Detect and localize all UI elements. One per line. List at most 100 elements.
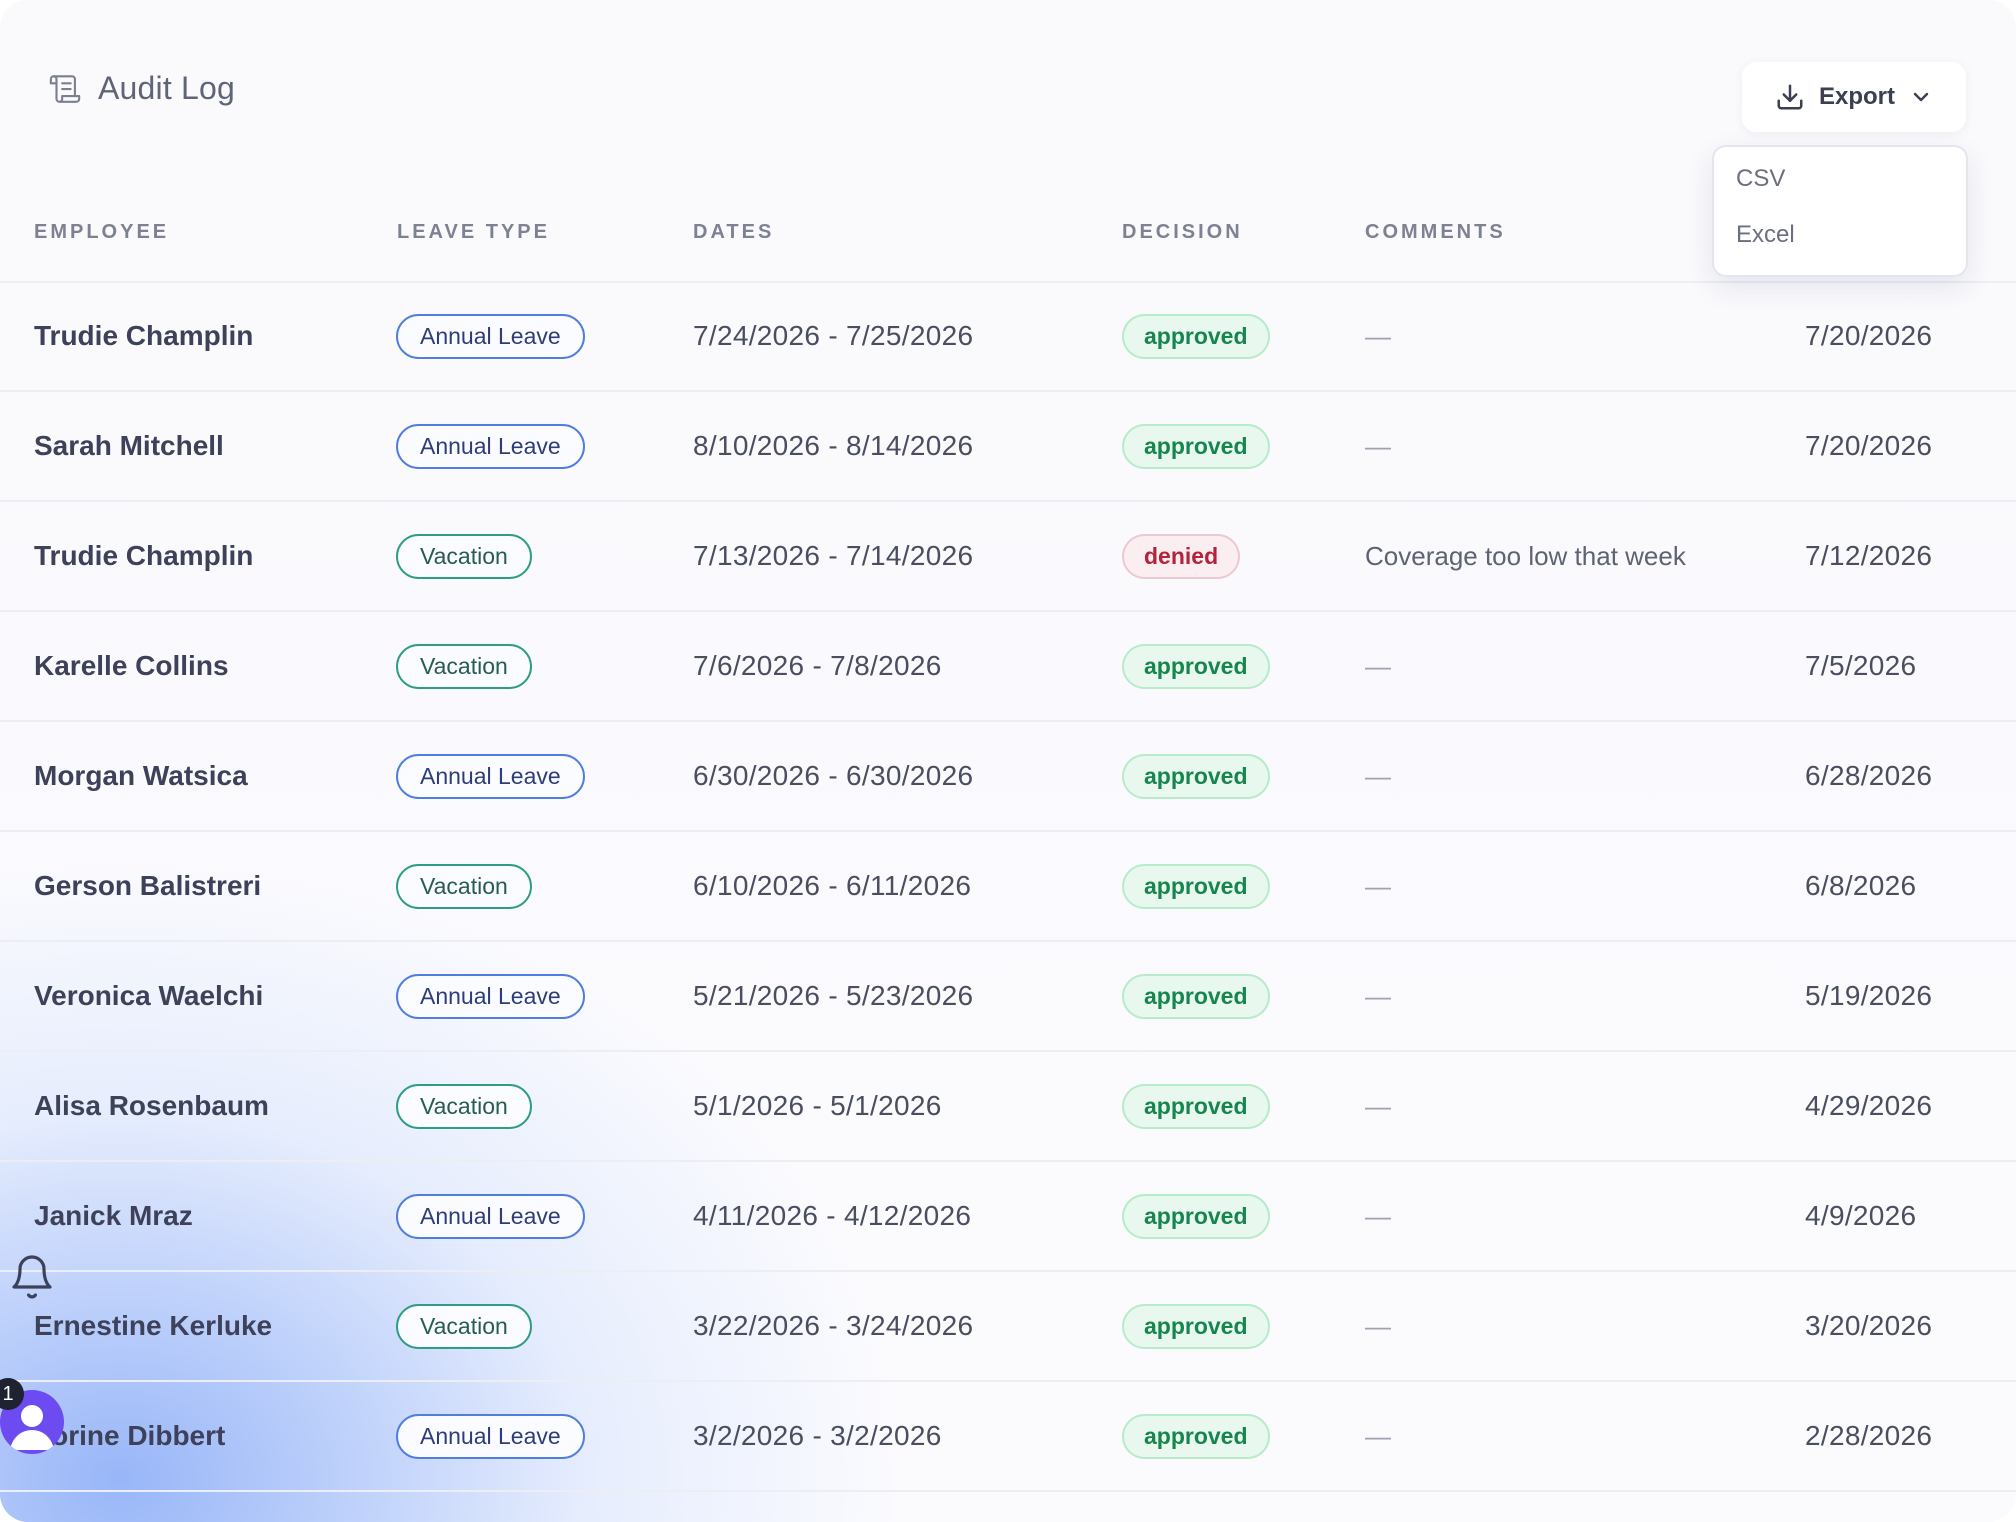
leave-type-pill: Vacation bbox=[396, 1303, 532, 1349]
decision-date: 6/28/2026 bbox=[1805, 760, 1933, 791]
table-row[interactable]: Janick Mraz Annual Leave 4/11/2026 - 4/12/… bbox=[0, 1162, 2016, 1272]
decision-date: 6/8/2026 bbox=[1805, 870, 1917, 901]
comment-text: — bbox=[1365, 430, 1391, 461]
export-button[interactable]: Export bbox=[1742, 62, 1966, 132]
leave-dates: 8/10/2026 - 8/14/2026 bbox=[693, 430, 974, 461]
decision-date: 4/9/2026 bbox=[1805, 1200, 1917, 1231]
export-dropdown-menu: CSV Excel bbox=[1712, 145, 1968, 277]
column-header-comments: COMMENTS bbox=[1365, 221, 1506, 243]
employee-name: Alisa Rosenbaum bbox=[34, 1090, 269, 1121]
decision-badge: approved bbox=[1122, 863, 1270, 909]
comment-text: — bbox=[1365, 760, 1391, 791]
decision-badge: approved bbox=[1122, 643, 1270, 689]
leave-dates: 7/24/2026 - 7/25/2026 bbox=[693, 320, 974, 351]
employee-name: Gerson Balistreri bbox=[34, 870, 262, 901]
page-title: Audit Log bbox=[98, 70, 236, 106]
table-row[interactable]: Ernestine Kerluke Vacation 3/22/2026 - 3/2… bbox=[0, 1272, 2016, 1382]
decision-date: 4/29/2026 bbox=[1805, 1090, 1933, 1121]
leave-type-cell: Vacation bbox=[396, 832, 532, 940]
leave-type-pill: Annual Leave bbox=[396, 753, 585, 799]
decision-cell: approved bbox=[1122, 1272, 1270, 1380]
leave-dates: 5/1/2026 - 5/1/2026 bbox=[693, 1090, 942, 1121]
decision-date: 7/20/2026 bbox=[1805, 320, 1933, 351]
leave-dates: 3/2/2026 - 3/2/2026 bbox=[693, 1420, 942, 1451]
decision-date: 7/5/2026 bbox=[1805, 650, 1917, 681]
leave-type-pill: Vacation bbox=[396, 533, 532, 579]
leave-dates: 4/11/2026 - 4/12/2026 bbox=[693, 1200, 972, 1231]
table-row[interactable]: Morgan Watsica Annual Leave 6/30/2026 - 6/… bbox=[0, 722, 2016, 832]
employee-name: Sarah Mitchell bbox=[34, 430, 224, 461]
decision-cell: approved bbox=[1122, 282, 1270, 390]
comment-text: — bbox=[1365, 1200, 1391, 1231]
table-row[interactable]: Karelle Collins Vacation 7/6/2026 - 7/8/20… bbox=[0, 612, 2016, 722]
leave-type-cell: Vacation bbox=[396, 502, 532, 610]
table-row[interactable]: Veronica Waelchi Annual Leave 5/21/2026 - … bbox=[0, 942, 2016, 1052]
employee-name: Veronica Waelchi bbox=[34, 980, 264, 1011]
decision-badge: denied bbox=[1122, 533, 1241, 579]
scroll-icon bbox=[49, 74, 81, 103]
table-row[interactable]: Lorine Dibbert Annual Leave 3/2/2026 - 3/2… bbox=[0, 1382, 2016, 1492]
leave-type-cell: Vacation bbox=[396, 1272, 532, 1380]
table-row[interactable]: Sarah Mitchell Annual Leave 8/10/2026 - 8/… bbox=[0, 392, 2016, 502]
employee-name: Trudie Champlin bbox=[34, 320, 254, 351]
decision-date: 3/20/2026 bbox=[1805, 1310, 1933, 1341]
leave-dates: 3/22/2026 - 3/24/2026 bbox=[693, 1310, 974, 1341]
leave-type-pill: Annual Leave bbox=[396, 313, 585, 359]
download-icon bbox=[1777, 84, 1803, 110]
export-option-csv[interactable]: CSV bbox=[1736, 165, 1785, 193]
employee-name: Janick Mraz bbox=[34, 1200, 193, 1231]
leave-type-pill: Annual Leave bbox=[396, 1193, 585, 1239]
decision-cell: approved bbox=[1122, 722, 1270, 830]
decision-date: 2/28/2026 bbox=[1805, 1420, 1933, 1451]
leave-type-cell: Annual Leave bbox=[396, 282, 585, 390]
leave-dates: 6/30/2026 - 6/30/2026 bbox=[693, 760, 974, 791]
employee-name: Karelle Collins bbox=[34, 650, 229, 681]
decision-date: 7/12/2026 bbox=[1805, 540, 1933, 571]
comment-text: Coverage too low that week bbox=[1365, 540, 1686, 571]
leave-type-pill: Vacation bbox=[396, 1083, 532, 1129]
employee-name: Lorine Dibbert bbox=[34, 1420, 226, 1451]
table-row[interactable]: Gerson Balistreri Vacation 6/10/2026 - 6/1… bbox=[0, 832, 2016, 942]
employee-name: Ernestine Kerluke bbox=[34, 1310, 273, 1341]
export-option-excel[interactable]: Excel bbox=[1736, 221, 1795, 249]
leave-type-pill: Annual Leave bbox=[396, 1413, 585, 1459]
leave-type-pill: Vacation bbox=[396, 643, 532, 689]
column-header-dates: DATES bbox=[693, 221, 775, 243]
decision-cell: approved bbox=[1122, 1382, 1270, 1490]
export-label: Export bbox=[1818, 83, 1895, 110]
title-group: Audit Log bbox=[48, 70, 235, 107]
decision-badge: approved bbox=[1122, 1193, 1270, 1239]
leave-dates: 7/13/2026 - 7/14/2026 bbox=[693, 540, 974, 571]
leave-type-cell: Vacation bbox=[396, 612, 532, 720]
decision-cell: approved bbox=[1122, 392, 1270, 500]
decision-date: 5/19/2026 bbox=[1805, 980, 1933, 1011]
comment-text: — bbox=[1365, 1420, 1391, 1451]
decision-badge: approved bbox=[1122, 1413, 1270, 1459]
comment-text: — bbox=[1365, 1090, 1391, 1121]
leave-type-cell: Annual Leave bbox=[396, 942, 585, 1050]
column-header-leave-type: LEAVE TYPE bbox=[397, 221, 550, 243]
audit-log-panel: Audit Log Export EMPLOYEE LEAVE TYPE DAT… bbox=[0, 0, 2016, 1522]
comment-text: — bbox=[1365, 650, 1391, 681]
table-row[interactable]: Trudie Champlin Vacation 7/13/2026 - 7/14/… bbox=[0, 502, 2016, 612]
column-header-decision: DECISION bbox=[1122, 221, 1243, 243]
table-row[interactable]: Trudie Champlin Annual Leave 7/24/2026 - 7… bbox=[0, 282, 2016, 392]
leave-type-pill: Vacation bbox=[396, 863, 532, 909]
leave-type-pill: Annual Leave bbox=[396, 423, 585, 469]
leave-type-cell: Annual Leave bbox=[396, 722, 585, 830]
decision-cell: approved bbox=[1122, 942, 1270, 1050]
decision-badge: approved bbox=[1122, 1083, 1270, 1129]
leave-dates: 6/10/2026 - 6/11/2026 bbox=[693, 870, 972, 901]
bell-icon[interactable] bbox=[8, 1250, 56, 1304]
comment-text: — bbox=[1365, 870, 1391, 901]
comment-text: — bbox=[1365, 980, 1391, 1011]
leave-type-cell: Annual Leave bbox=[396, 1382, 585, 1490]
employee-name: Morgan Watsica bbox=[34, 760, 248, 791]
table-row[interactable]: Alisa Rosenbaum Vacation 5/1/2026 - 5/1/20… bbox=[0, 1052, 2016, 1162]
leave-type-cell: Vacation bbox=[396, 1052, 532, 1160]
decision-cell: approved bbox=[1122, 832, 1270, 940]
employee-name: Trudie Champlin bbox=[34, 540, 254, 571]
decision-cell: denied bbox=[1122, 502, 1241, 610]
leave-dates: 7/6/2026 - 7/8/2026 bbox=[693, 650, 942, 681]
decision-cell: approved bbox=[1122, 1052, 1270, 1160]
